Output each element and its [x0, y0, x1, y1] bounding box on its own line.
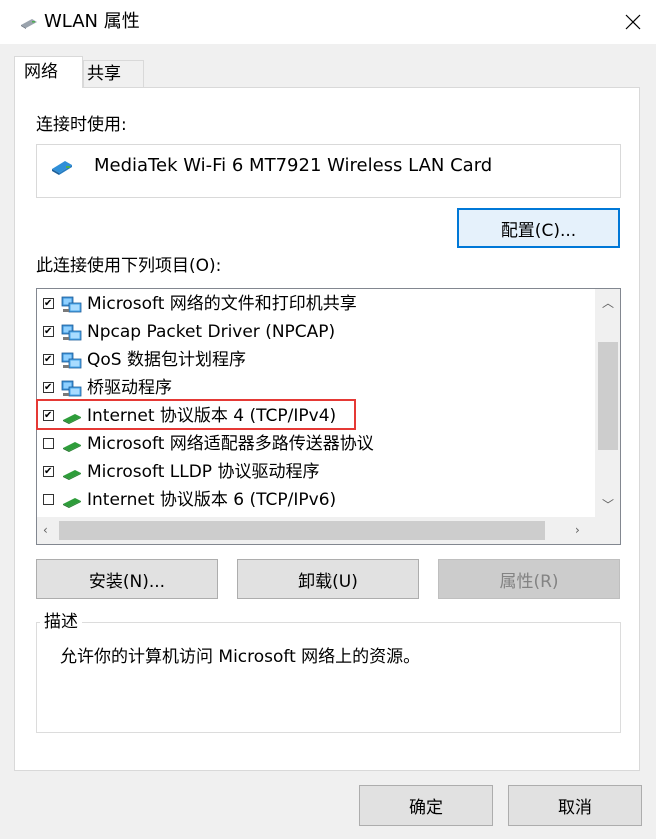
cancel-button[interactable]: 取消 [508, 785, 642, 826]
client-network-icon [61, 351, 83, 371]
protocol-icon [61, 435, 83, 455]
description-title: 描述 [40, 611, 82, 633]
item-checkbox[interactable] [43, 326, 54, 337]
title-bar: WLAN 属性 [0, 0, 656, 44]
item-label: QoS 数据包计划程序 [87, 350, 246, 370]
adapter-name: MediaTek Wi-Fi 6 MT7921 Wireless LAN Car… [94, 155, 493, 176]
item-label: Microsoft LLDP 协议驱动程序 [87, 462, 320, 482]
install-button-label: 安装(N)... [88, 571, 166, 592]
properties-button-label: 属性(R) [499, 571, 559, 592]
network-adapter-icon [21, 19, 37, 29]
connect-using-label: 连接时使用: [36, 115, 127, 135]
list-item[interactable]: Microsoft LLDP 协议驱动程序 [37, 459, 595, 487]
client-network-icon [61, 295, 83, 315]
window-title: WLAN 属性 [44, 11, 140, 32]
properties-button[interactable]: 属性(R) [438, 559, 620, 599]
item-label: Microsoft 网络适配器多路传送器协议 [87, 434, 374, 454]
tab-networking[interactable]: 网络 [14, 56, 83, 88]
items-label: 此连接使用下列项目(O): [36, 256, 222, 276]
tab-networking-label: 网络 [24, 62, 58, 82]
install-button[interactable]: 安装(N)... [36, 559, 218, 599]
tab-sharing-label: 共享 [87, 64, 121, 84]
list-item[interactable]: Microsoft 网络适配器多路传送器协议 [37, 431, 595, 459]
tab-sharing[interactable]: 共享 [83, 60, 144, 88]
ok-button-label: 确定 [409, 798, 443, 818]
scroll-up-icon[interactable]: ︿ [602, 297, 614, 309]
configure-button[interactable]: 配置(C)... [457, 208, 620, 248]
horizontal-scrollbar[interactable]: ‹ › [37, 517, 595, 544]
item-checkbox[interactable] [43, 298, 54, 309]
network-adapter-icon [52, 161, 72, 175]
cancel-button-label: 取消 [558, 798, 592, 818]
list-item[interactable]: Internet 协议版本 6 (TCP/IPv6) [37, 487, 595, 515]
uninstall-button[interactable]: 卸载(U) [237, 559, 419, 599]
client-network-icon [61, 323, 83, 343]
description-group [36, 622, 621, 733]
protocol-icon [61, 491, 83, 511]
scroll-down-icon[interactable]: ﹀ [602, 499, 614, 511]
scroll-right-icon[interactable]: › [575, 524, 580, 536]
close-button[interactable] [610, 0, 656, 44]
list-item[interactable]: Microsoft 网络的文件和打印机共享 [37, 291, 595, 319]
item-checkbox[interactable] [43, 438, 54, 449]
client-network-icon [61, 379, 83, 399]
item-checkbox[interactable] [43, 494, 54, 505]
ok-button[interactable]: 确定 [359, 785, 493, 826]
item-label: Npcap Packet Driver (NPCAP) [87, 322, 336, 342]
configure-button-label: 配置(C)... [500, 220, 577, 241]
item-checkbox[interactable] [43, 354, 54, 365]
adapter-box: MediaTek Wi-Fi 6 MT7921 Wireless LAN Car… [36, 144, 621, 198]
horizontal-scroll-thumb[interactable] [59, 521, 545, 540]
item-label: Microsoft 网络的文件和打印机共享 [87, 294, 357, 314]
list-item[interactable]: QoS 数据包计划程序 [37, 347, 595, 375]
vertical-scrollbar[interactable]: ︿ ﹀ [595, 289, 620, 517]
close-icon [625, 14, 641, 30]
highlight-box [36, 399, 356, 430]
item-label: 桥驱动程序 [87, 378, 172, 398]
item-label: Internet 协议版本 6 (TCP/IPv6) [87, 490, 337, 510]
scroll-corner [595, 517, 620, 544]
description-text: 允许你的计算机访问 Microsoft 网络上的资源。 [60, 647, 421, 667]
uninstall-button-label: 卸载(U) [298, 571, 358, 592]
protocol-icon [61, 463, 83, 483]
scroll-left-icon[interactable]: ‹ [43, 524, 48, 536]
item-checkbox[interactable] [43, 382, 54, 393]
vertical-scroll-thumb[interactable] [598, 342, 618, 450]
list-item[interactable]: Npcap Packet Driver (NPCAP) [37, 319, 595, 347]
item-checkbox[interactable] [43, 466, 54, 477]
